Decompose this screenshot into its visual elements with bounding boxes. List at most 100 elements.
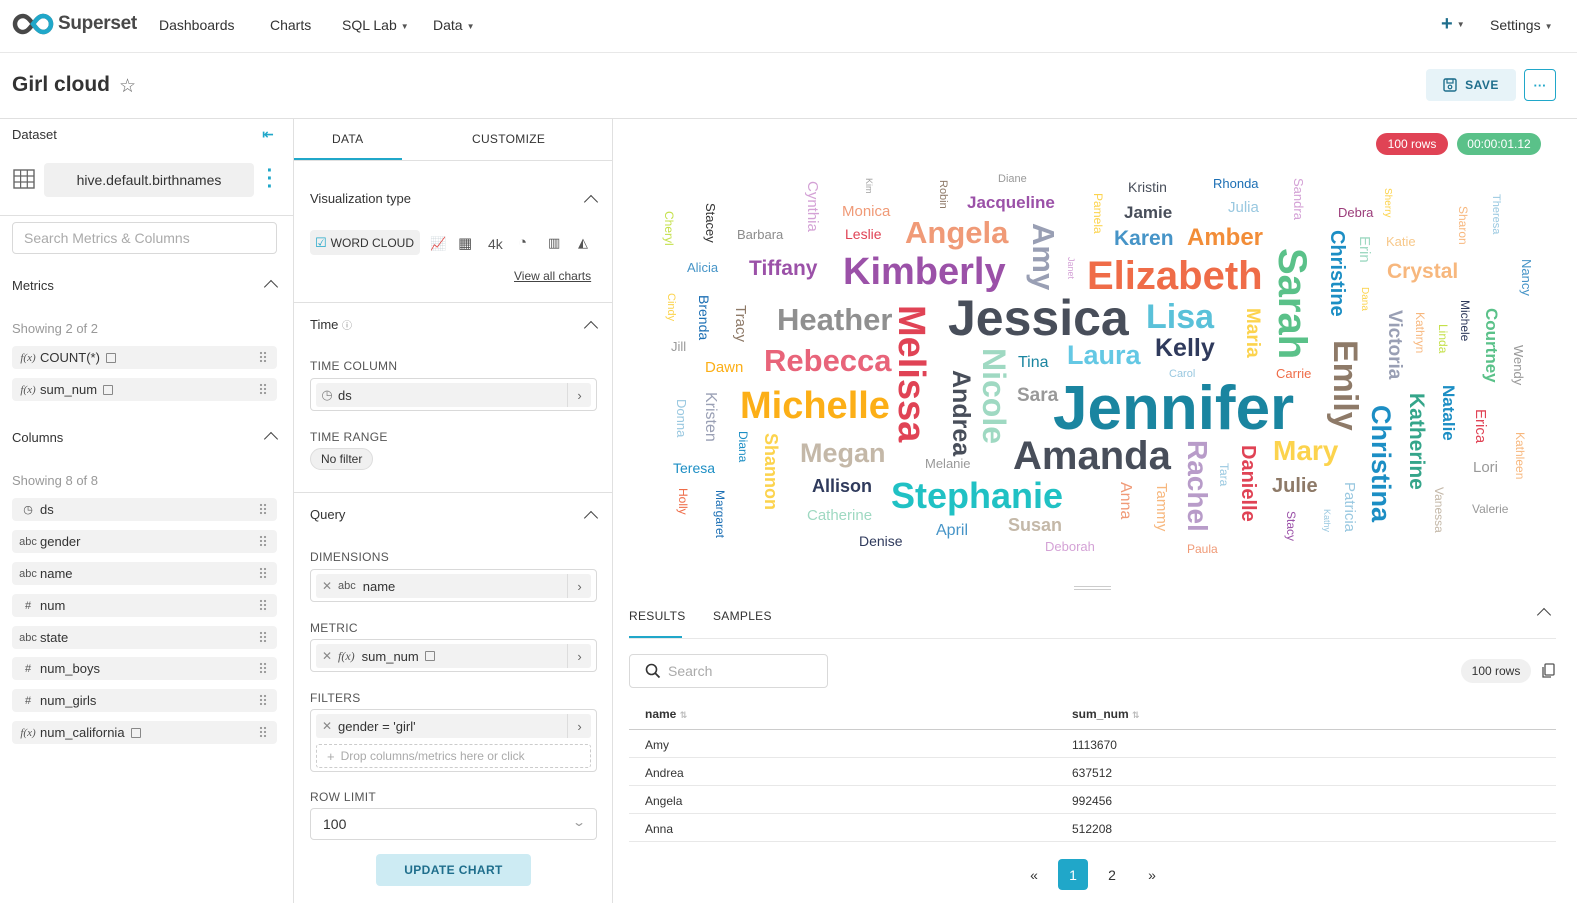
chevron-up-icon[interactable] <box>583 510 599 526</box>
brand-logo[interactable]: Superset <box>12 13 137 35</box>
word-cindy: Cindy <box>665 293 677 322</box>
pie-chart-icon[interactable]: ◔ <box>518 234 527 251</box>
update-chart-button[interactable]: UPDATE CHART <box>376 854 531 886</box>
cell-sum-num: 1113670 <box>1072 738 1117 752</box>
column-item[interactable]: # num <box>12 594 277 617</box>
nav-sqllab[interactable]: SQL Lab ▼ <box>342 17 409 33</box>
word-allison: Allison <box>812 476 873 496</box>
tab-results[interactable]: RESULTS <box>629 609 686 623</box>
metric-control[interactable]: ✕ f(x) sum_num › <box>310 639 597 672</box>
drop-zone[interactable]: + Drop columns/metrics here or click <box>316 744 591 768</box>
word-wendy: Wendy <box>1511 345 1526 386</box>
column-item[interactable]: abc name <box>12 562 277 585</box>
tab-customize[interactable]: CUSTOMIZE <box>472 132 545 146</box>
chevron-up-icon[interactable] <box>583 194 599 210</box>
filters-label: FILTERS <box>310 691 361 705</box>
dimensions-control[interactable]: ✕ abc name › <box>310 569 597 602</box>
chevron-up-icon[interactable] <box>1536 607 1552 623</box>
time-header[interactable]: Time ⓘ <box>310 317 352 332</box>
remove-icon[interactable]: ✕ <box>316 579 338 593</box>
drag-handle-icon[interactable] <box>259 351 267 364</box>
info-icon[interactable]: ⓘ <box>342 321 352 332</box>
area-chart-icon[interactable]: ◭ <box>578 235 588 251</box>
drag-handle-icon[interactable] <box>259 694 267 707</box>
save-label: SAVE <box>1465 78 1499 92</box>
chevron-right-icon[interactable]: › <box>567 714 591 738</box>
table-chart-icon[interactable]: ▦ <box>458 234 472 252</box>
nav-settings[interactable]: Settings ▼ <box>1490 17 1553 33</box>
filters-control[interactable]: ✕ gender = 'girl' › + Drop columns/metrics … <box>310 709 597 772</box>
pagination-page-1[interactable]: 1 <box>1058 859 1088 890</box>
nav-charts[interactable]: Charts <box>270 17 311 33</box>
columns-header[interactable]: Columns <box>12 430 63 445</box>
divider <box>294 160 613 161</box>
column-item[interactable]: ◷ ds <box>12 498 277 521</box>
word-monica: Monica <box>842 203 891 220</box>
save-button[interactable]: SAVE <box>1426 69 1516 101</box>
plus-icon: + <box>1441 13 1453 35</box>
column-item[interactable]: # num_boys <box>12 657 277 680</box>
tab-samples[interactable]: SAMPLES <box>713 609 772 623</box>
big-number-icon[interactable]: 4k <box>488 236 503 252</box>
column-item[interactable]: # num_girls <box>12 689 277 712</box>
time-range-pill[interactable]: No filter <box>310 448 374 470</box>
word-vanessa: Vanessa <box>1432 487 1446 533</box>
metrics-columns-search-input[interactable]: Search Metrics & Columns <box>12 222 277 254</box>
column-item[interactable]: f(x) num_california <box>12 721 277 744</box>
chevron-up-icon[interactable] <box>263 279 279 295</box>
drag-handle-icon[interactable] <box>259 535 267 548</box>
column-item[interactable]: abc gender <box>12 530 277 553</box>
table-row: Anna 512208 <box>629 814 1556 842</box>
new-item-menu[interactable]: + ▼ <box>1441 13 1465 36</box>
resize-handle[interactable] <box>1074 586 1111 590</box>
drag-handle-icon[interactable] <box>259 599 267 612</box>
chevron-right-icon[interactable]: › <box>567 383 591 407</box>
pagination-next[interactable]: » <box>1137 859 1167 890</box>
time-column-select[interactable]: ◷ ds › <box>310 378 597 411</box>
column-header-name[interactable]: name ⇅ <box>645 707 687 721</box>
tab-data[interactable]: DATA <box>332 132 363 146</box>
column-header-sum-num[interactable]: sum_num ⇅ <box>1072 707 1140 721</box>
metric-item[interactable]: f(x) sum_num <box>12 378 277 401</box>
favorite-star-icon[interactable]: ☆ <box>119 75 136 98</box>
drag-handle-icon[interactable] <box>259 567 267 580</box>
metrics-header[interactable]: Metrics <box>12 278 54 293</box>
pagination-page-2[interactable]: 2 <box>1097 859 1127 890</box>
line-chart-icon[interactable]: 📈 <box>430 236 446 252</box>
remove-icon[interactable]: ✕ <box>316 719 338 733</box>
remove-icon[interactable]: ✕ <box>316 649 338 663</box>
word-kathy: Kathy <box>1322 509 1332 533</box>
word-victoria: Victoria <box>1384 310 1405 380</box>
bar-chart-icon[interactable]: ▥ <box>548 235 560 251</box>
drag-handle-icon[interactable] <box>259 726 267 739</box>
copy-icon[interactable] <box>1541 663 1555 679</box>
dataset-name[interactable]: hive.default.birthnames <box>44 163 254 197</box>
view-all-charts-link[interactable]: View all charts <box>514 269 591 283</box>
column-item[interactable]: abc state <box>12 626 277 649</box>
more-options-button[interactable]: ··· <box>1524 69 1556 101</box>
collapse-panel-icon[interactable]: ⇤ <box>262 126 274 143</box>
chevron-up-icon[interactable] <box>263 431 279 447</box>
drag-handle-icon[interactable] <box>259 383 267 396</box>
chevron-right-icon[interactable]: › <box>567 574 591 598</box>
word-sandra: Sandra <box>1291 178 1306 220</box>
drag-handle-icon[interactable] <box>259 662 267 675</box>
query-header[interactable]: Query <box>310 507 345 522</box>
metric-item[interactable]: f(x) COUNT(*) <box>12 346 277 369</box>
function-icon: f(x) <box>20 383 36 396</box>
pagination-prev[interactable]: « <box>1019 859 1049 890</box>
selected-viz-type[interactable]: ☑ WORD CLOUD <box>310 230 420 255</box>
word-julie: Julie <box>1272 475 1318 497</box>
word-katie: Katie <box>1386 234 1416 249</box>
nav-dashboards[interactable]: Dashboards <box>159 17 235 33</box>
nav-data[interactable]: Data ▼ <box>433 17 475 33</box>
chart-title[interactable]: Girl cloud <box>12 73 110 97</box>
viz-type-header[interactable]: Visualization type <box>310 191 411 206</box>
chevron-up-icon[interactable] <box>583 320 599 336</box>
word-paula: Paula <box>1187 542 1218 556</box>
dataset-menu-icon[interactable]: · · · <box>266 161 274 197</box>
drag-handle-icon[interactable] <box>259 503 267 516</box>
row-limit-select[interactable]: 100 ⌄ <box>310 808 597 840</box>
drag-handle-icon[interactable] <box>259 631 267 644</box>
chevron-right-icon[interactable]: › <box>567 644 591 668</box>
